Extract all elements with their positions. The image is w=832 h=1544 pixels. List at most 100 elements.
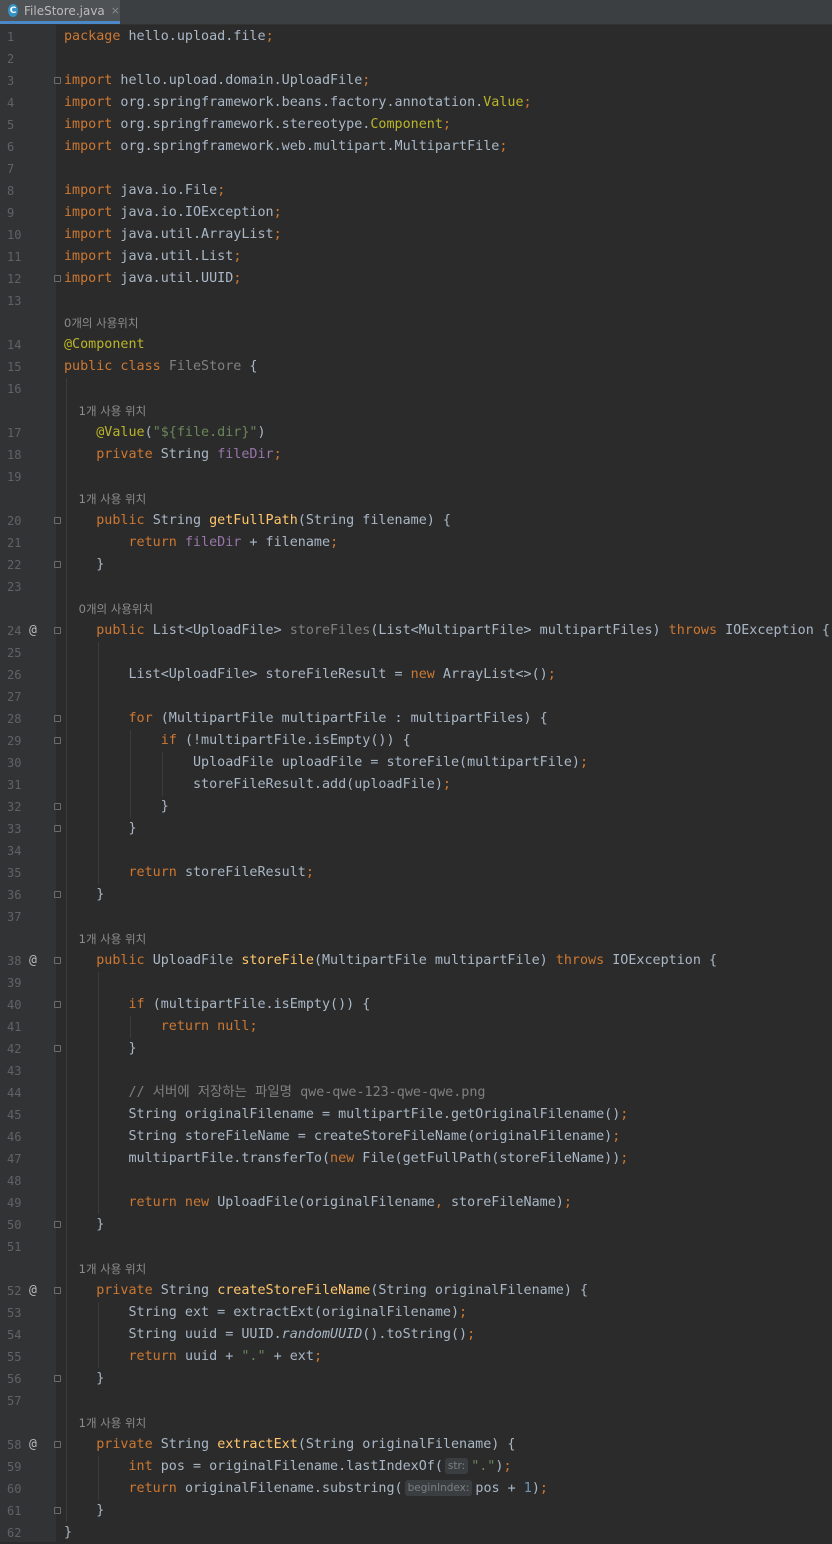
code-line: 27	[0, 686, 832, 708]
code-text: import hello.upload.domain.UploadFile;	[64, 70, 370, 92]
line-number: 15	[7, 360, 22, 374]
code-token: // 서버에 저장하는 파일명 qwe-qwe-123-qwe-qwe.png	[128, 1085, 486, 1100]
code-token: (MultipartFile multipartFile)	[313, 953, 556, 968]
code-token: import	[64, 139, 113, 154]
code-line: 7	[0, 158, 832, 180]
code-text: }	[64, 1214, 104, 1236]
fold-icon[interactable]	[54, 715, 61, 722]
line-number: 24	[7, 624, 22, 638]
usage-hint[interactable]: 1개 사용 위치	[0, 1412, 832, 1434]
tab-label: FileStore.java	[24, 3, 105, 18]
code-text: for (MultipartFile multipartFile : multi…	[64, 708, 548, 730]
code-token: new	[410, 667, 443, 682]
fold-icon[interactable]	[54, 1507, 61, 1514]
code-token: ;	[459, 1305, 468, 1320]
code-token: ;	[265, 29, 274, 44]
code-token: import	[64, 271, 113, 286]
code-token: String	[160, 447, 218, 462]
fold-icon[interactable]	[54, 1221, 61, 1228]
indent-guide	[130, 730, 131, 818]
code-token: )	[257, 425, 266, 440]
code-text: if (multipartFile.isEmpty()) {	[64, 994, 371, 1016]
line-number: 57	[7, 1394, 22, 1408]
close-icon[interactable]: ×	[111, 4, 120, 17]
fold-icon[interactable]	[54, 1045, 61, 1052]
class-icon: C	[8, 4, 19, 17]
code-token: "."	[471, 1459, 496, 1474]
usage-hint[interactable]: 0개의 사용위치	[0, 312, 832, 334]
code-text: // 서버에 저장하는 파일명 qwe-qwe-123-qwe-qwe.png	[64, 1082, 486, 1104]
code-token: 1개 사용 위치	[64, 1416, 147, 1430]
code-line: 48	[0, 1170, 832, 1192]
code-text: return storeFileResult;	[64, 862, 314, 884]
fold-icon[interactable]	[54, 1001, 61, 1008]
code-token: 1개 사용 위치	[64, 1262, 147, 1276]
fold-icon[interactable]	[54, 1441, 61, 1448]
code-token: (String originalFilename) {	[370, 1283, 589, 1298]
fold-icon[interactable]	[54, 825, 61, 832]
code-text: String ext = extractExt(originalFilename…	[64, 1302, 467, 1324]
code-token: storeFileResult.add(uploadFile)	[64, 777, 443, 792]
code-token: java.util.List	[112, 249, 234, 264]
line-number: 37	[7, 910, 22, 924]
code-token: }	[64, 821, 137, 836]
fold-icon[interactable]	[54, 561, 61, 568]
fold-icon[interactable]	[54, 1287, 61, 1294]
code-token: }	[64, 1041, 137, 1056]
code-line: 13	[0, 290, 832, 312]
override-marker-icon[interactable]: @	[29, 1280, 37, 1302]
code-line: 15 public class FileStore {	[0, 356, 832, 378]
line-number: 49	[7, 1196, 22, 1210]
code-token: import	[64, 73, 113, 88]
fold-icon[interactable]	[54, 275, 61, 282]
fold-icon[interactable]	[54, 737, 61, 744]
line-number: 17	[7, 426, 22, 440]
line-number: 11	[7, 250, 22, 264]
code-line: 43	[0, 1060, 832, 1082]
code-token: return	[128, 535, 185, 550]
fold-icon[interactable]	[54, 1375, 61, 1382]
code-editor[interactable]: 1 package hello.upload.file; 2 3 import hell…	[0, 25, 832, 1542]
code-line: 21 return fileDir + filename;	[0, 532, 832, 554]
code-token: + ext	[265, 1349, 314, 1364]
code-line: 49 return new UploadFile(originalFilenam…	[0, 1192, 832, 1214]
code-token: (String filename) {	[297, 513, 451, 528]
fold-icon[interactable]	[54, 517, 61, 524]
fold-icon[interactable]	[54, 803, 61, 810]
usage-hint[interactable]: 0개의 사용위치	[0, 598, 832, 620]
code-line: 23	[0, 576, 832, 598]
line-number: 59	[7, 1460, 22, 1474]
code-token: throws	[555, 953, 613, 968]
fold-icon[interactable]	[54, 627, 61, 634]
usage-hint[interactable]: 1개 사용 위치	[0, 1258, 832, 1280]
code-line: 45 String originalFilename = multipartFi…	[0, 1104, 832, 1126]
code-text: }	[64, 1038, 137, 1060]
override-marker-icon[interactable]: @	[29, 950, 37, 972]
usage-hint[interactable]: 1개 사용 위치	[0, 928, 832, 950]
fold-icon[interactable]	[54, 891, 61, 898]
override-marker-icon[interactable]: @	[29, 620, 37, 642]
code-text: multipartFile.transferTo(new File(getFul…	[64, 1148, 628, 1170]
fold-icon[interactable]	[54, 77, 61, 84]
code-token: ;	[362, 73, 371, 88]
code-text: private String createStoreFileName(Strin…	[64, 1280, 588, 1302]
code-token: getFullPath	[209, 513, 298, 528]
usage-hint[interactable]: 1개 사용 위치	[0, 488, 832, 510]
line-number: 9	[7, 206, 15, 220]
code-text: @Value("${file.dir}")	[64, 422, 266, 444]
code-token: {	[241, 359, 258, 374]
fold-icon[interactable]	[54, 957, 61, 964]
code-line: 46 String storeFileName = createStoreFil…	[0, 1126, 832, 1148]
usage-hint[interactable]: 1개 사용 위치	[0, 400, 832, 422]
code-token: List<UploadFile> storeFileResult =	[64, 667, 411, 682]
code-token: ;	[467, 1327, 476, 1342]
override-marker-icon[interactable]: @	[29, 1434, 37, 1456]
code-line: 24 @ public List<UploadFile> storeFiles(L…	[0, 620, 832, 642]
code-line: 58 @ private String extractExt(String ori…	[0, 1434, 832, 1456]
tab-filestore-java[interactable]: C FileStore.java ×	[0, 0, 120, 24]
line-number: 4	[7, 96, 15, 110]
